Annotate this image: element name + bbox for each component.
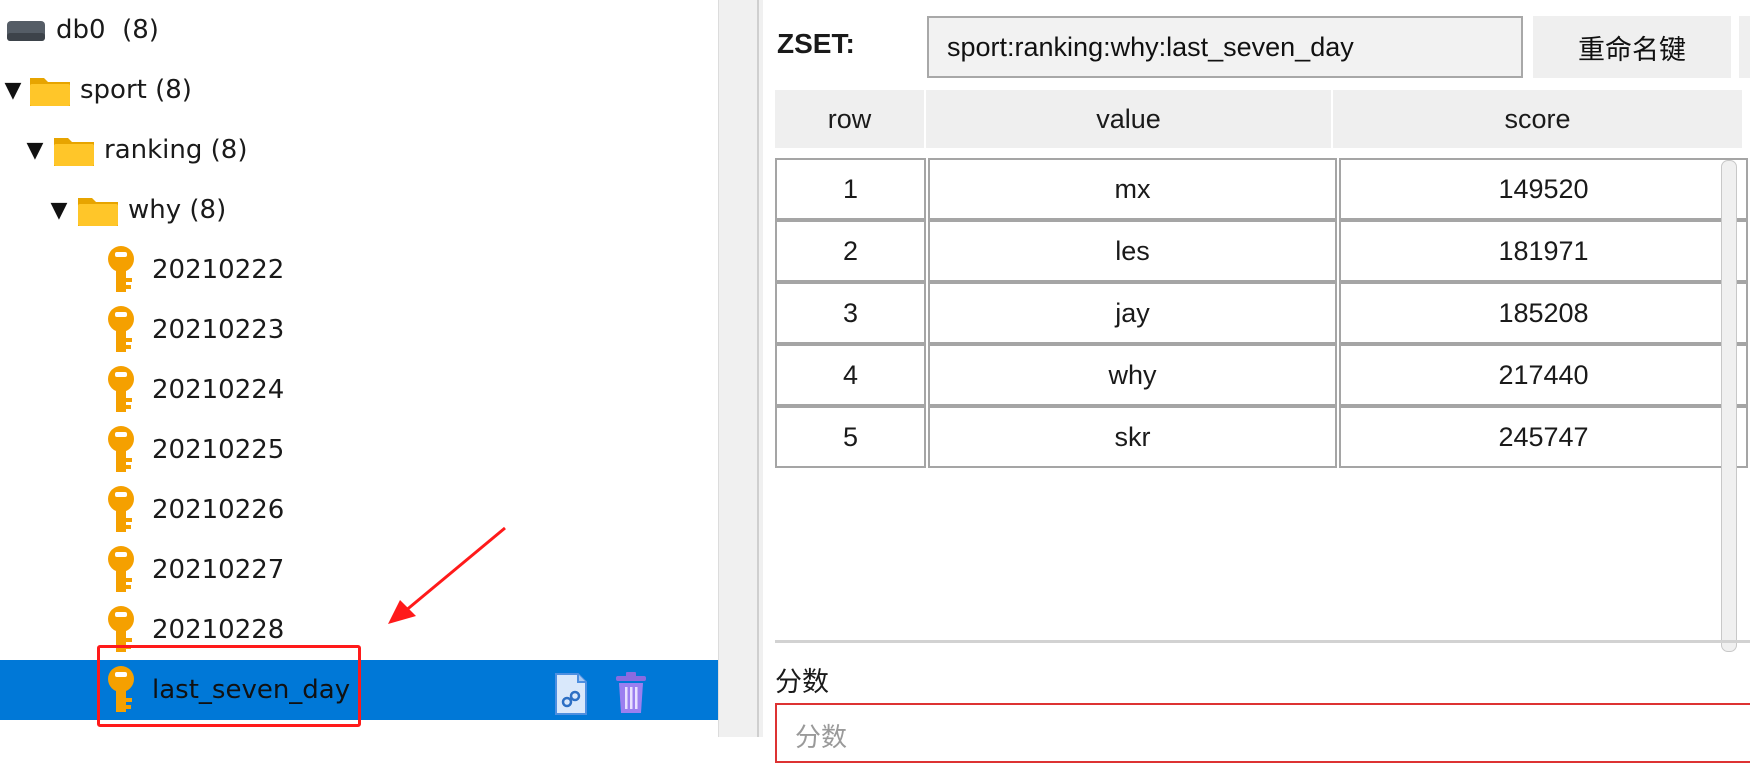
panel-splitter[interactable] (718, 0, 764, 737)
score-field-label: 分数 (775, 667, 829, 698)
tree-key-label: 20210223 (152, 315, 285, 345)
tree-key-item-selected[interactable]: last_seven_day (0, 660, 718, 720)
panel-divider[interactable] (775, 640, 1750, 643)
toolbar-button-partial[interactable] (1739, 16, 1750, 78)
tree-key-label: 20210222 (152, 255, 285, 285)
table-row[interactable]: 4 why 217440 (775, 344, 1750, 406)
key-icon (104, 666, 138, 714)
folder-icon (52, 132, 96, 168)
expand-arrow-icon[interactable]: ▼ (2, 78, 24, 103)
tree-db-node-next[interactable]: db (0, 720, 718, 737)
tree-key-label: 20210226 (152, 495, 285, 525)
annotation-arrow-icon (388, 526, 506, 624)
value-cell[interactable]: les (928, 220, 1337, 282)
key-icon (104, 486, 138, 534)
value-cell[interactable]: mx (928, 158, 1337, 220)
value-cell[interactable]: skr (928, 406, 1337, 468)
copy-key-icon[interactable] (552, 672, 590, 723)
tree-key-item[interactable]: 20210222 (0, 240, 718, 300)
rename-key-button[interactable]: 重命名键 (1533, 16, 1731, 78)
tree-key-item[interactable]: 20210223 (0, 300, 718, 360)
tree-key-item[interactable]: 20210224 (0, 360, 718, 420)
tree-db-node[interactable]: db0 (8) (0, 0, 718, 60)
tree-db-label: db0 (8) (56, 15, 159, 45)
expand-arrow-icon[interactable]: ▼ (24, 138, 46, 163)
key-icon (104, 426, 138, 474)
table-row[interactable]: 1 mx 149520 (775, 158, 1750, 220)
key-icon (104, 306, 138, 354)
tree-key-label: 20210227 (152, 555, 285, 585)
tree-key-item[interactable]: 20210227 (0, 540, 718, 600)
tree-folder-why[interactable]: ▼ why (8) (0, 180, 718, 240)
score-cell[interactable]: 181971 (1339, 220, 1748, 282)
table-row[interactable]: 5 skr 245747 (775, 406, 1750, 468)
tree-folder-label: why (8) (128, 195, 227, 225)
row-index-cell[interactable]: 3 (775, 282, 926, 344)
tree-key-item[interactable]: 20210228 (0, 600, 718, 660)
column-header-value[interactable]: value (926, 90, 1333, 148)
value-cell[interactable]: why (928, 344, 1337, 406)
key-type-label: ZSET: (777, 28, 855, 59)
column-header-row[interactable]: row (775, 90, 926, 148)
row-index-cell[interactable]: 5 (775, 406, 926, 468)
tree-key-label: 20210225 (152, 435, 285, 465)
score-cell[interactable]: 245747 (1339, 406, 1748, 468)
score-cell[interactable]: 217440 (1339, 344, 1748, 406)
score-cell[interactable]: 185208 (1339, 282, 1748, 344)
column-header-score[interactable]: score (1333, 90, 1744, 148)
key-icon (104, 606, 138, 654)
score-input[interactable]: 分数 (775, 703, 1750, 763)
row-index-cell[interactable]: 1 (775, 158, 926, 220)
key-tree: db0 (8) ▼ sport (8) ▼ ranking (8) ▼ why … (0, 0, 718, 737)
tree-key-label: 20210224 (152, 375, 285, 405)
folder-icon (28, 72, 72, 108)
key-icon (104, 546, 138, 594)
tree-folder-ranking[interactable]: ▼ ranking (8) (0, 120, 718, 180)
tree-key-item[interactable]: 20210226 (0, 480, 718, 540)
zset-table: 1 mx 149520 2 les 181971 3 jay 185208 4 … (775, 158, 1750, 468)
key-icon (104, 366, 138, 414)
tree-folder-label: ranking (8) (104, 135, 248, 165)
tree-key-label: last_seven_day (152, 675, 351, 705)
tree-folder-sport[interactable]: ▼ sport (8) (0, 60, 718, 120)
value-cell[interactable]: jay (928, 282, 1337, 344)
expand-arrow-icon[interactable]: ▼ (48, 198, 70, 223)
score-cell[interactable]: 149520 (1339, 158, 1748, 220)
key-icon (104, 246, 138, 294)
value-detail-panel: ZSET: sport:ranking:why:last_seven_day 重… (763, 0, 1750, 763)
table-row[interactable]: 2 les 181971 (775, 220, 1750, 282)
folder-icon (76, 192, 120, 228)
key-name-field[interactable]: sport:ranking:why:last_seven_day (927, 16, 1523, 78)
database-icon (6, 15, 46, 45)
tree-key-item[interactable]: 20210225 (0, 420, 718, 480)
table-row[interactable]: 3 jay 185208 (775, 282, 1750, 344)
delete-key-icon[interactable] (614, 672, 648, 721)
row-index-cell[interactable]: 4 (775, 344, 926, 406)
table-header: row value score (775, 90, 1744, 148)
row-index-cell[interactable]: 2 (775, 220, 926, 282)
tree-key-label: 20210228 (152, 615, 285, 645)
tree-folder-label: sport (8) (80, 75, 192, 105)
table-scrollbar[interactable] (1721, 160, 1737, 652)
